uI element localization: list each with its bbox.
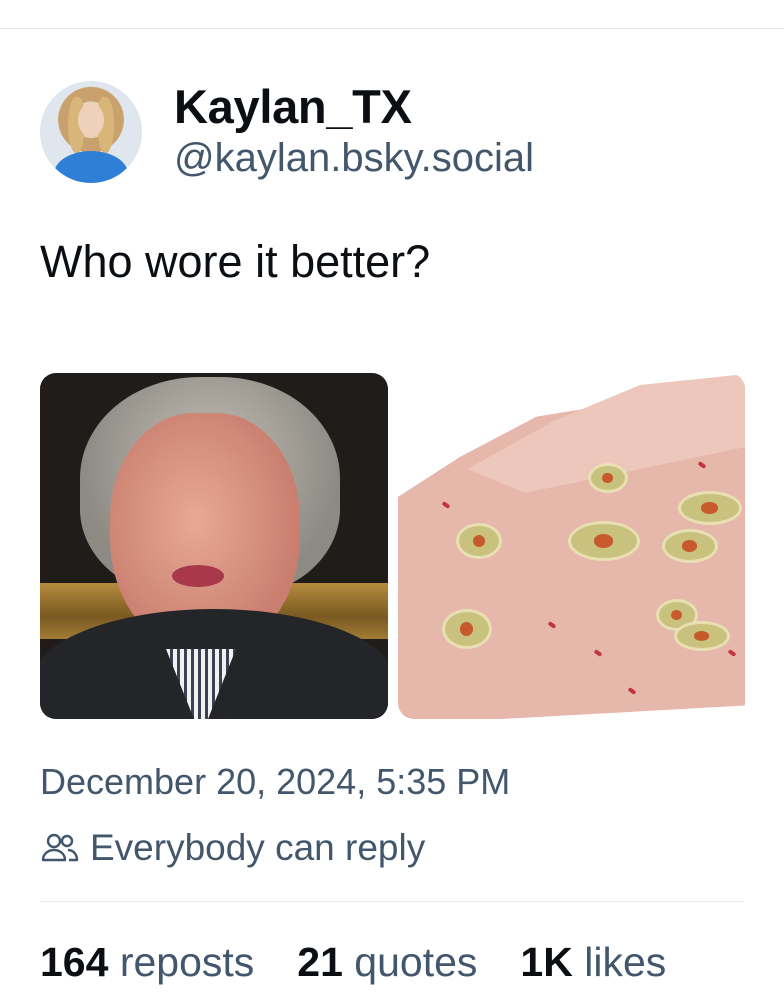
media-image-left[interactable]: [40, 373, 388, 719]
top-divider: [0, 28, 784, 29]
quotes-label: quotes: [354, 939, 478, 985]
author-names: Kaylan_TX @kaylan.bsky.social: [174, 81, 534, 183]
likes-label: likes: [584, 939, 667, 985]
reposts-label: reposts: [119, 939, 255, 985]
author-handle[interactable]: @kaylan.bsky.social: [174, 133, 534, 183]
olive-spot: [455, 523, 502, 559]
avatar-face: [78, 103, 104, 137]
olive-spot: [587, 463, 628, 493]
people-icon: [41, 833, 79, 862]
olive-spot: [567, 521, 640, 561]
likes-stat[interactable]: 1K likes: [520, 936, 666, 988]
olive-spot: [673, 621, 730, 651]
quotes-stat[interactable]: 21 quotes: [297, 936, 477, 988]
likes-count: 1K: [520, 939, 573, 985]
avatar[interactable]: [40, 81, 142, 183]
reposts-count: 164: [40, 939, 109, 985]
reposts-stat[interactable]: 164 reposts: [40, 936, 254, 988]
quotes-count: 21: [297, 939, 343, 985]
post-timestamp: December 20, 2024, 5:35 PM: [40, 761, 511, 802]
stats-divider: [40, 901, 744, 902]
olive-spot: [661, 529, 718, 563]
post-header: Kaylan_TX @kaylan.bsky.social: [40, 80, 534, 184]
post-text: Who wore it better?: [40, 236, 431, 287]
olive-spot: [677, 491, 742, 525]
post-stats: 164 reposts 21 quotes 1K likes: [40, 936, 666, 988]
avatar-jacket: [54, 151, 128, 183]
lips-shape: [172, 565, 224, 587]
reply-setting-label: Everybody can reply: [90, 827, 426, 868]
author-display-name[interactable]: Kaylan_TX: [174, 81, 534, 133]
media-image-right[interactable]: [397, 373, 745, 719]
reply-setting: Everybody can reply: [40, 826, 425, 870]
post-media: [40, 373, 745, 719]
olive-spot: [441, 609, 492, 649]
